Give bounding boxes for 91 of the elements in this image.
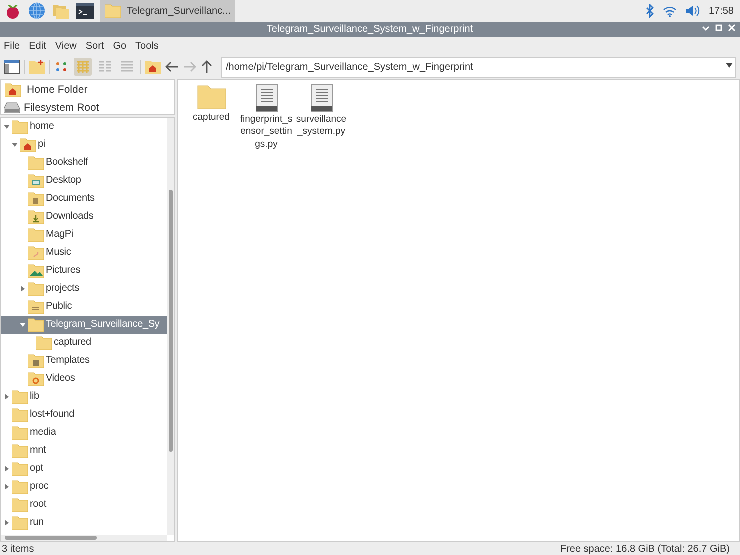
tree-item[interactable]: run xyxy=(1,514,167,532)
side-pane-icon[interactable] xyxy=(4,60,20,74)
expand-arrow-icon[interactable] xyxy=(4,484,10,490)
tree-item[interactable]: MagPi xyxy=(1,226,167,244)
folder-icon xyxy=(12,390,28,404)
tree-item[interactable]: Public xyxy=(1,298,167,316)
maximize-icon[interactable] xyxy=(715,24,723,32)
folder-icon xyxy=(36,336,52,350)
collapse-arrow-icon[interactable] xyxy=(4,124,10,130)
taskbar-window-button[interactable]: Telegram_Surveillanc... xyxy=(100,0,235,22)
place-item[interactable]: Home Folder xyxy=(1,81,174,99)
menu-item[interactable]: Edit xyxy=(29,40,46,52)
tree-item[interactable]: lib xyxy=(1,388,167,406)
videos-folder-icon xyxy=(28,372,44,386)
tree-item[interactable]: Downloads xyxy=(1,208,167,226)
file-name[interactable]: fingerprint_sensor_settings.py xyxy=(239,114,294,152)
item-count: 3 items xyxy=(2,544,34,554)
tree-item[interactable]: opt xyxy=(1,460,167,478)
folder-icon xyxy=(28,318,44,332)
templates-folder-icon xyxy=(28,354,44,368)
home-folder-icon xyxy=(20,138,36,152)
collapse-arrow-icon[interactable] xyxy=(12,142,18,148)
expand-arrow-icon[interactable] xyxy=(4,520,10,526)
tree-item[interactable]: captured xyxy=(1,334,167,352)
tree-item[interactable]: media xyxy=(1,424,167,442)
vertical-scrollbar[interactable] xyxy=(167,118,174,535)
file-name[interactable]: captured xyxy=(184,112,239,124)
menu-item[interactable]: File xyxy=(4,40,20,52)
folder-icon xyxy=(12,426,28,440)
downloads-folder-icon xyxy=(28,210,44,224)
tree-item[interactable]: projects xyxy=(1,280,167,298)
desktop-folder-icon xyxy=(28,174,44,188)
tree-item[interactable]: lost+found xyxy=(1,406,167,424)
bluetooth-icon[interactable] xyxy=(646,4,655,18)
collapse-arrow-icon[interactable] xyxy=(20,322,26,328)
folder-icon xyxy=(105,4,121,18)
folder-icon xyxy=(12,444,28,458)
expand-arrow-icon[interactable] xyxy=(4,394,10,400)
home-icon[interactable] xyxy=(145,60,161,74)
folder-icon xyxy=(12,480,28,494)
globe-icon[interactable] xyxy=(28,2,46,20)
folder-icon xyxy=(28,228,44,242)
close-icon[interactable] xyxy=(728,24,736,32)
folder-icon xyxy=(12,120,28,134)
tree-item[interactable]: Videos xyxy=(1,370,167,388)
minimize-icon[interactable] xyxy=(702,24,710,32)
raspberry-icon[interactable] xyxy=(4,2,22,20)
tree-item[interactable]: Telegram_Surveillance_Sy xyxy=(1,316,167,334)
folder-icon xyxy=(12,516,28,530)
folder-icon xyxy=(28,282,44,296)
documents-folder-icon xyxy=(28,192,44,206)
dropdown-arrow-icon[interactable] xyxy=(726,62,733,68)
terminal-icon[interactable] xyxy=(76,2,94,20)
folder-icon xyxy=(12,462,28,476)
window-title: Telegram_Surveillance_System_w_Fingerprint xyxy=(266,24,474,35)
tree-item[interactable]: Music xyxy=(1,244,167,262)
free-space: Free space: 16.8 GiB (Total: 26.7 GiB) xyxy=(560,544,730,554)
home-folder-icon xyxy=(5,83,21,97)
menu-item[interactable]: Go xyxy=(113,40,127,52)
back-arrow-icon[interactable] xyxy=(165,61,179,73)
folder-icon xyxy=(12,498,28,512)
public-folder-icon xyxy=(28,300,44,314)
tree-item[interactable]: Templates xyxy=(1,352,167,370)
expand-arrow-icon[interactable] xyxy=(20,286,26,292)
clock: 17:58 xyxy=(708,6,734,16)
menu-item[interactable]: View xyxy=(55,40,77,52)
tree-item[interactable]: Desktop xyxy=(1,172,167,190)
pictures-folder-icon xyxy=(28,264,44,278)
text-file-icon[interactable] xyxy=(256,84,278,112)
up-arrow-icon[interactable] xyxy=(201,60,213,74)
folder-icon xyxy=(28,156,44,170)
expand-arrow-icon[interactable] xyxy=(4,466,10,472)
tree-item[interactable]: Pictures xyxy=(1,262,167,280)
text-file-icon[interactable] xyxy=(310,84,332,112)
tree-item[interactable]: mnt xyxy=(1,442,167,460)
place-item[interactable]: Filesystem Root xyxy=(1,99,174,117)
file-name[interactable]: surveillance_system.py xyxy=(294,114,349,139)
tree-item[interactable]: proc xyxy=(1,478,167,496)
tree-item[interactable]: pi xyxy=(1,136,167,154)
horizontal-scrollbar[interactable] xyxy=(1,535,167,541)
wifi-icon[interactable] xyxy=(662,4,677,18)
tree-item[interactable]: home xyxy=(1,118,167,136)
path-field[interactable]: /home/pi/Telegram_Surveillance_System_w_Fingerprint xyxy=(221,56,736,78)
folder-icon xyxy=(12,408,28,422)
menu-item[interactable]: Tools xyxy=(136,40,159,52)
tree-item[interactable]: root xyxy=(1,496,167,514)
volume-icon[interactable] xyxy=(684,5,701,17)
new-folder-icon[interactable] xyxy=(29,60,45,74)
tree-item[interactable]: Documents xyxy=(1,190,167,208)
menu-item[interactable]: Sort xyxy=(86,40,104,52)
tree-item[interactable]: Bookshelf xyxy=(1,154,167,172)
